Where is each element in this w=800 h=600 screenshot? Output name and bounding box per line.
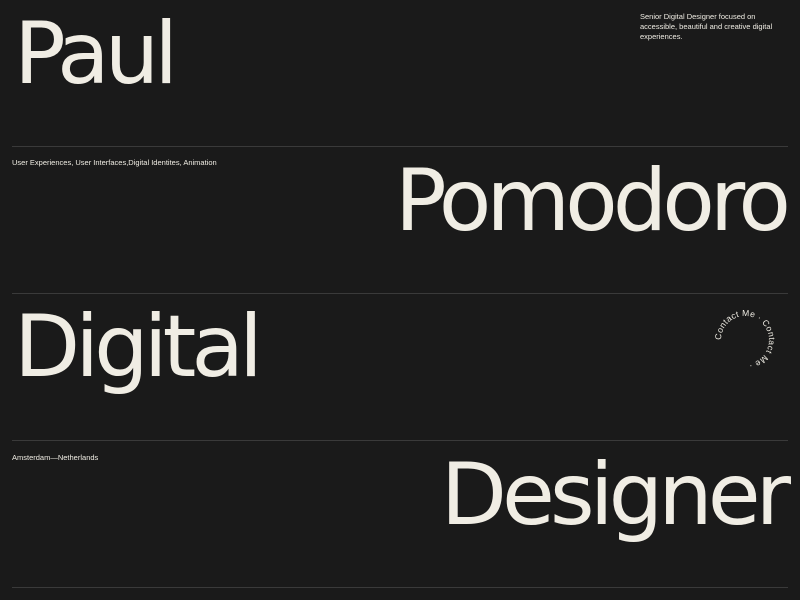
divider-2 (12, 293, 788, 294)
contact-me-text: Contact Me · Contact Me · (713, 308, 777, 372)
services-list: User Experiences, User Interfaces,Digita… (12, 158, 217, 167)
location-text: Amsterdam—Netherlands (12, 453, 99, 462)
contact-me-badge[interactable]: Contact Me · Contact Me · (712, 307, 778, 373)
hero-word-paul: Paul (14, 4, 178, 104)
divider-1 (12, 146, 788, 147)
hero-word-pomodoro: Pomodoro (394, 151, 791, 251)
hero-word-digital: Digital (14, 297, 263, 397)
svg-text:Contact Me · Contact Me ·: Contact Me · Contact Me · (713, 308, 777, 372)
tagline: Senior Digital Designer focused on acces… (640, 12, 773, 41)
divider-3 (12, 440, 788, 441)
hero-word-designer: Designer (440, 445, 791, 545)
divider-4 (12, 587, 788, 588)
contact-me-circular-text: Contact Me · Contact Me · (713, 308, 777, 372)
